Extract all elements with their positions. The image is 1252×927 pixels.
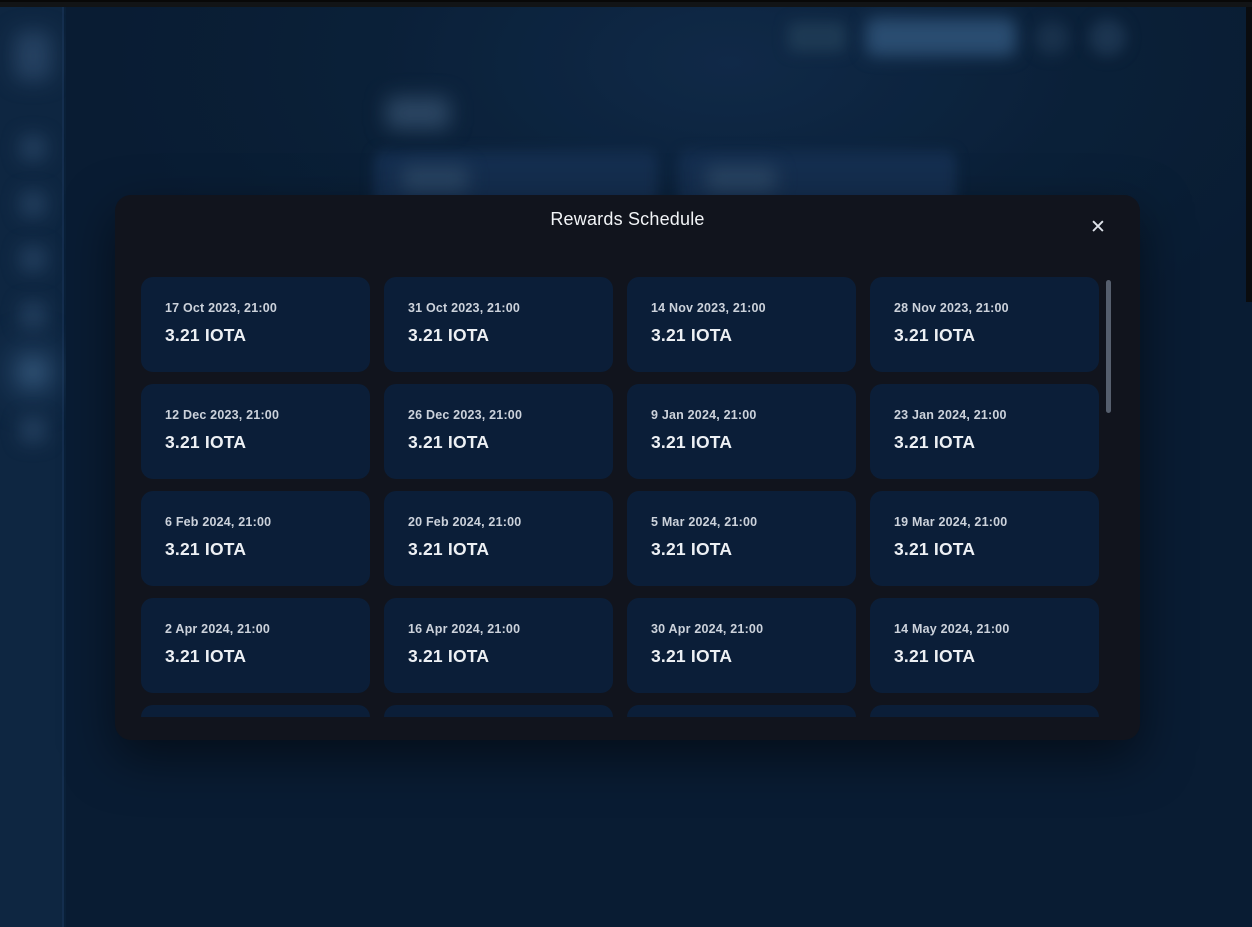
reward-date: 16 Apr 2024, 21:00	[408, 622, 593, 636]
reward-amount: 3.21 IOTA	[408, 646, 593, 667]
reward-card-partial	[627, 705, 856, 717]
reward-amount: 3.21 IOTA	[408, 432, 593, 453]
reward-date: 31 Oct 2023, 21:00	[408, 301, 593, 315]
reward-card: 14 Nov 2023, 21:00 3.21 IOTA	[627, 277, 856, 372]
reward-date: 19 Mar 2024, 21:00	[894, 515, 1079, 529]
reward-card-partial	[384, 705, 613, 717]
modal-body: 17 Oct 2023, 21:003.21 IOTA31 Oct 2023, …	[141, 277, 1114, 717]
reward-date: 17 Oct 2023, 21:00	[165, 301, 350, 315]
reward-card: 2 Apr 2024, 21:00 3.21 IOTA	[141, 598, 370, 693]
reward-card-partial	[141, 705, 370, 717]
reward-amount: 3.21 IOTA	[165, 325, 350, 346]
reward-card: 16 Apr 2024, 21:00 3.21 IOTA	[384, 598, 613, 693]
reward-card: 26 Dec 2023, 21:00 3.21 IOTA	[384, 384, 613, 479]
reward-date: 12 Dec 2023, 21:00	[165, 408, 350, 422]
reward-date: 30 Apr 2024, 21:00	[651, 622, 836, 636]
reward-date: 28 Nov 2023, 21:00	[894, 301, 1079, 315]
reward-card: 31 Oct 2023, 21:00 3.21 IOTA	[384, 277, 613, 372]
reward-amount: 3.21 IOTA	[651, 432, 836, 453]
reward-date: 5 Mar 2024, 21:00	[651, 515, 836, 529]
close-button[interactable]: ✕	[1082, 211, 1114, 243]
reward-amount: 3.21 IOTA	[894, 646, 1079, 667]
reward-amount: 3.21 IOTA	[408, 325, 593, 346]
reward-card: 5 Mar 2024, 21:00 3.21 IOTA	[627, 491, 856, 586]
rewards-grid: 17 Oct 2023, 21:003.21 IOTA31 Oct 2023, …	[141, 277, 1114, 717]
reward-card: 28 Nov 2023, 21:00 3.21 IOTA	[870, 277, 1099, 372]
modal-title: Rewards Schedule	[115, 209, 1140, 230]
reward-card: 6 Feb 2024, 21:00 3.21 IOTA	[141, 491, 370, 586]
reward-card: 20 Feb 2024, 21:00 3.21 IOTA	[384, 491, 613, 586]
reward-amount: 3.21 IOTA	[408, 539, 593, 560]
reward-date: 6 Feb 2024, 21:00	[165, 515, 350, 529]
rewards-modal: Rewards Schedule ✕ 17 Oct 2023, 21:00 3.2…	[115, 195, 1140, 740]
reward-date: 14 Nov 2023, 21:00	[651, 301, 836, 315]
reward-amount: 3.21 IOTA	[894, 432, 1079, 453]
reward-date: 9 Jan 2024, 21:00	[651, 408, 836, 422]
modal-scrollbar-thumb[interactable]	[1106, 280, 1111, 413]
reward-amount: 3.21 IOTA	[165, 646, 350, 667]
reward-card: 30 Apr 2024, 21:00 3.21 IOTA	[627, 598, 856, 693]
reward-date: 2 Apr 2024, 21:00	[165, 622, 350, 636]
reward-card-partial	[870, 705, 1099, 717]
reward-amount: 3.21 IOTA	[894, 325, 1079, 346]
reward-card: 12 Dec 2023, 21:00 3.21 IOTA	[141, 384, 370, 479]
reward-amount: 3.21 IOTA	[165, 432, 350, 453]
reward-card: 23 Jan 2024, 21:00 3.21 IOTA	[870, 384, 1099, 479]
reward-amount: 3.21 IOTA	[894, 539, 1079, 560]
reward-card: 14 May 2024, 21:00 3.21 IOTA	[870, 598, 1099, 693]
reward-date: 23 Jan 2024, 21:00	[894, 408, 1079, 422]
reward-card: 9 Jan 2024, 21:00 3.21 IOTA	[627, 384, 856, 479]
reward-amount: 3.21 IOTA	[651, 325, 836, 346]
reward-date: 26 Dec 2023, 21:00	[408, 408, 593, 422]
reward-amount: 3.21 IOTA	[651, 646, 836, 667]
close-icon: ✕	[1090, 218, 1106, 237]
reward-amount: 3.21 IOTA	[165, 539, 350, 560]
reward-date: 14 May 2024, 21:00	[894, 622, 1079, 636]
reward-date: 20 Feb 2024, 21:00	[408, 515, 593, 529]
reward-card: 17 Oct 2023, 21:00 3.21 IOTA	[141, 277, 370, 372]
reward-amount: 3.21 IOTA	[651, 539, 836, 560]
reward-card: 19 Mar 2024, 21:00 3.21 IOTA	[870, 491, 1099, 586]
